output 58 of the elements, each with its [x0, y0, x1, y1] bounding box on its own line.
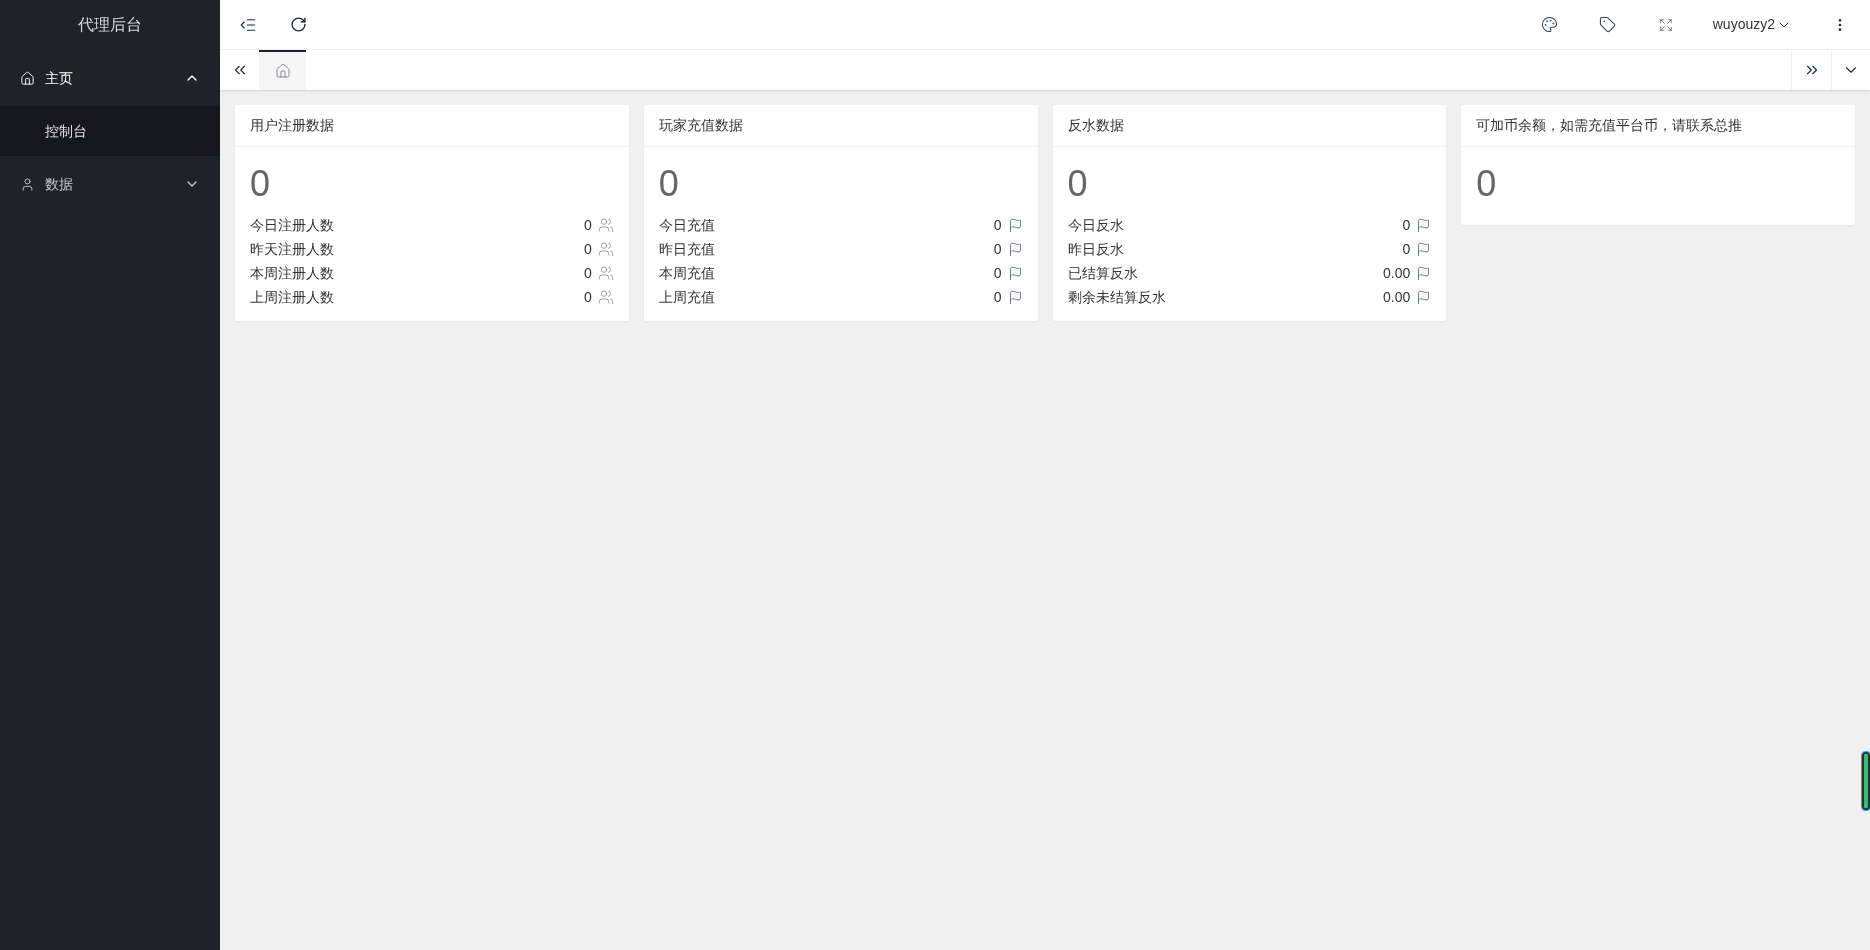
stat-value: 0 — [993, 215, 1002, 235]
sidebar-item[interactable]: 数据 — [0, 156, 220, 212]
sidebar-subitem[interactable]: 控制台 — [0, 106, 220, 156]
card-total: 0 — [1067, 162, 1089, 206]
stat-value: 0 — [993, 263, 1002, 283]
refresh-icon — [289, 16, 307, 33]
stat-label: 今日充值 — [658, 215, 716, 235]
stat-value: 0 — [1402, 239, 1411, 259]
stat-label: 本周充值 — [658, 263, 716, 283]
home-icon — [20, 70, 35, 86]
flag-icon — [1007, 289, 1023, 305]
sidebar-item[interactable]: 主页 — [0, 50, 220, 106]
stat-label: 已结算反水 — [1067, 263, 1139, 283]
fullscreen-icon — [1658, 17, 1673, 32]
users-icon — [597, 265, 614, 281]
users-icon — [597, 289, 614, 305]
tag-icon — [1599, 16, 1617, 33]
stat-value: 0 — [583, 239, 592, 259]
flag-icon — [1416, 289, 1432, 305]
stat-label: 上周充值 — [658, 287, 716, 307]
stat-value: 0 — [583, 263, 592, 283]
card-title: 反水数据 — [1067, 116, 1124, 135]
palette-icon — [1541, 16, 1559, 33]
stat-label: 上周注册人数 — [250, 287, 335, 307]
stat-label: 剩余未结算反水 — [1067, 287, 1167, 307]
flag-icon — [1416, 241, 1432, 257]
users-icon — [597, 241, 614, 257]
sidebar-title: 代理后台 — [78, 15, 142, 35]
side-handle[interactable] — [1862, 752, 1870, 810]
stat-label: 今日反水 — [1067, 215, 1125, 235]
stat-label: 昨日反水 — [1067, 239, 1125, 259]
card-title: 可加币余额，如需充值平台币，请联系总推 — [1476, 116, 1743, 135]
home-icon — [274, 63, 291, 79]
stat-value: 0 — [583, 215, 592, 235]
card-total: 0 — [1476, 162, 1498, 206]
stat-value: 0.00 — [1383, 263, 1411, 283]
stat-value: 0.00 — [1383, 287, 1411, 307]
flag-icon — [1416, 265, 1432, 281]
card-title: 玩家充值数据 — [658, 116, 743, 135]
stat-label: 本周注册人数 — [250, 263, 335, 283]
stat-value: 0 — [1402, 215, 1411, 235]
users-icon — [597, 217, 614, 233]
flag-icon — [1007, 265, 1023, 281]
flag-icon — [1007, 241, 1023, 257]
user-icon — [20, 176, 35, 192]
stat-label: 昨日充值 — [658, 239, 716, 259]
flag-icon — [1416, 217, 1432, 233]
card-total: 0 — [250, 162, 272, 206]
stat-value: 0 — [993, 239, 1002, 259]
user-menu[interactable]: wuyouzy2 — [1694, 0, 1810, 49]
card-total: 0 — [658, 162, 680, 206]
stat-label: 昨天注册人数 — [250, 239, 335, 259]
stat-value: 0 — [583, 287, 592, 307]
home-tab[interactable] — [259, 50, 306, 90]
card-title: 用户注册数据 — [250, 116, 334, 135]
stat-value: 0 — [993, 287, 1002, 307]
flag-icon — [1007, 217, 1023, 233]
stat-label: 今日注册人数 — [250, 215, 335, 235]
